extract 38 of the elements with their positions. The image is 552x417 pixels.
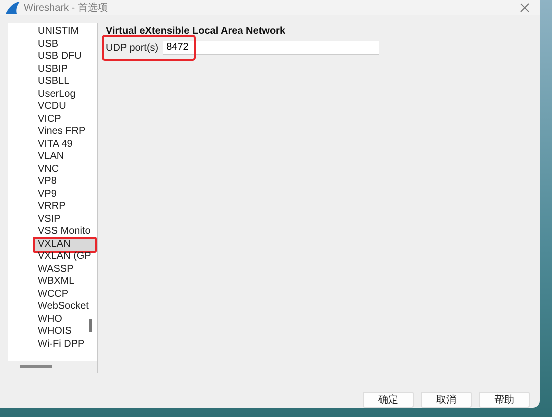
vertical-scrollbar[interactable] xyxy=(89,319,92,332)
tree-item[interactable]: Vines FRP xyxy=(38,126,97,138)
tree-item[interactable]: VLAN xyxy=(38,151,97,164)
tree-item[interactable]: USBLL xyxy=(38,76,97,88)
tree-item[interactable]: VICP xyxy=(38,114,97,126)
tree-item[interactable]: WHOIS xyxy=(38,326,97,338)
tree-item[interactable]: VP9 xyxy=(38,188,97,201)
tree-item[interactable]: VSS Monito xyxy=(38,226,97,238)
tree-item[interactable]: WASSP xyxy=(38,264,97,276)
fin-icon xyxy=(6,2,20,14)
tree-item[interactable]: VSIP xyxy=(38,214,97,226)
section-heading: Virtual eXtensible Local Area Network xyxy=(106,25,287,39)
highlight-frame xyxy=(33,236,97,253)
tree-item[interactable]: USBIP xyxy=(38,64,97,76)
tree-item[interactable]: VRRP xyxy=(38,201,97,214)
tree-item[interactable]: Wi-Fi DPP xyxy=(38,338,97,351)
tree-item[interactable]: USB DFU xyxy=(38,51,97,64)
tree-item[interactable]: VCDU xyxy=(38,101,97,114)
tree-item[interactable]: WCCP xyxy=(38,288,97,301)
field-label: UDP port(s) xyxy=(106,42,159,54)
tree-item[interactable]: VITA 49 xyxy=(38,138,97,151)
close-icon[interactable] xyxy=(519,2,531,14)
dialog-button[interactable]: 取消 xyxy=(421,392,472,408)
horizontal-scrollbar[interactable] xyxy=(20,365,52,368)
tree-item[interactable]: USB xyxy=(38,38,97,51)
tree-item[interactable]: VNC xyxy=(38,164,97,176)
tree-item[interactable]: WBXML xyxy=(38,276,97,288)
tree-item[interactable]: UNISTIM xyxy=(38,26,97,38)
tree-item[interactable]: WebSocket xyxy=(38,301,97,314)
tree-item[interactable]: UserLog xyxy=(38,88,97,101)
tree-item[interactable]: VP8 xyxy=(38,176,97,188)
dialog-button[interactable]: 确定 xyxy=(363,392,414,408)
window-title: Wireshark - 首选项 xyxy=(24,2,109,14)
input-field[interactable]: 8472 xyxy=(162,41,379,55)
tree-item[interactable]: VXLAN (GP xyxy=(38,251,97,264)
tree-item[interactable]: WHO xyxy=(38,314,97,326)
tree-item[interactable]: VXLAN xyxy=(35,238,95,251)
dialog-button[interactable]: 帮助 xyxy=(479,392,530,408)
